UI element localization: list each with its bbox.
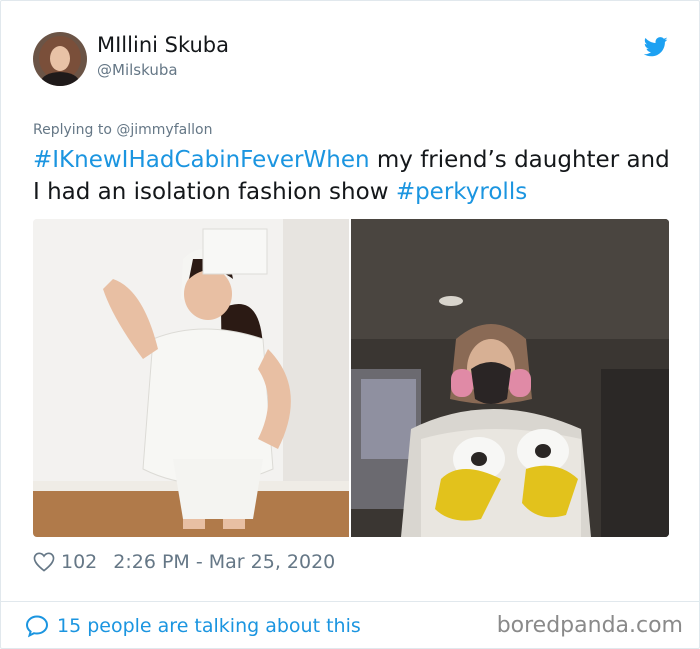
- talking-text[interactable]: 15 people are talking about this: [57, 615, 361, 637]
- tweet-timestamp[interactable]: 2:26 PM - Mar 25, 2020: [113, 551, 335, 573]
- talking-link[interactable]: 15 people are talking about this: [25, 611, 361, 641]
- avatar[interactable]: [33, 32, 87, 86]
- watermark: boredpanda.com: [496, 613, 683, 638]
- tweet-media[interactable]: [33, 219, 669, 537]
- photo-girl-toilet-paper-dress[interactable]: [33, 219, 349, 537]
- tweet-meta: 102 2:26 PM - Mar 25, 2020: [33, 547, 335, 577]
- twitter-bird-icon[interactable]: [644, 37, 668, 57]
- tweet-card: MIllini Skuba @Milskuba Replying to @jim…: [0, 0, 700, 649]
- hashtag-link[interactable]: #perkyrolls: [396, 179, 527, 205]
- heart-icon[interactable]: [33, 552, 55, 572]
- author-handle[interactable]: @Milskuba: [97, 61, 178, 79]
- divider: [1, 601, 700, 602]
- photo-woman-gas-mask[interactable]: [351, 219, 669, 537]
- tweet-text: #IKnewIHadCabinFeverWhen my friend’s dau…: [33, 144, 673, 208]
- like-count[interactable]: 102: [61, 551, 97, 573]
- speech-bubble-icon: [25, 615, 49, 638]
- author-display-name[interactable]: MIllini Skuba: [97, 33, 229, 57]
- hashtag-link[interactable]: #IKnewIHadCabinFeverWhen: [33, 147, 370, 173]
- replying-to[interactable]: Replying to @jimmyfallon: [33, 122, 212, 138]
